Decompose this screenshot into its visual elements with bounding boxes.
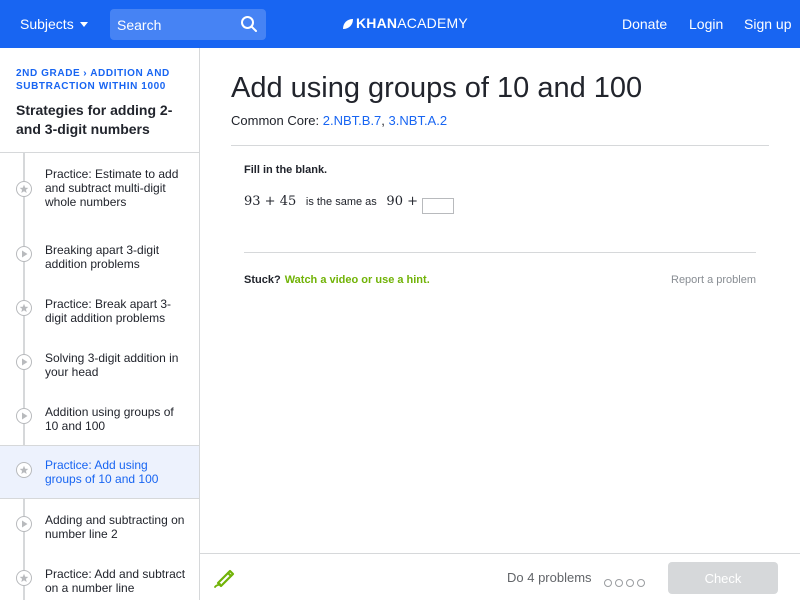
sidebar-item-break-apart-practice[interactable]: Practice: Break apart 3-digit addition p… — [0, 283, 199, 337]
progress-dots — [604, 574, 648, 592]
stuck-help: Stuck? Watch a video or use a hint. — [244, 274, 430, 286]
logo-academy-text: ACADEMY — [397, 15, 468, 31]
page-title: Add using groups of 10 and 100 — [231, 72, 643, 104]
sidebar-item-groups-practice-active[interactable]: Practice: Add using groups of 10 and 100 — [0, 445, 199, 499]
logo-khan-text: KHAN — [356, 15, 398, 31]
sidebar-item-number-line-video[interactable]: Adding and subtracting on number line 2 — [0, 499, 199, 553]
play-icon — [16, 246, 32, 262]
sidebar-item-breaking-apart-video[interactable]: Breaking apart 3-digit addition problems — [0, 229, 199, 283]
sidebar-item-label: Practice: Add and subtract on a number l… — [45, 567, 186, 595]
search-input[interactable] — [117, 9, 235, 40]
star-icon — [16, 570, 32, 586]
search-box — [110, 9, 266, 40]
breadcrumb: 2nd grade › Addition and subtraction withi… — [16, 67, 194, 93]
question-divider — [244, 252, 756, 253]
sidebar-item-label: Practice: Estimate to add and subtract m… — [45, 167, 179, 209]
sidebar-item-label: Practice: Break apart 3-digit addition p… — [45, 297, 172, 325]
progress-dot — [637, 579, 645, 587]
exercise-footer: Do 4 problems Check — [200, 553, 800, 600]
signup-link[interactable]: Sign up — [744, 16, 791, 32]
subjects-menu-button[interactable]: Subjects — [20, 16, 88, 32]
standards-separator: , — [381, 113, 385, 128]
chevron-down-icon — [79, 22, 88, 27]
question-prompt: Fill in the blank. — [244, 164, 328, 176]
stuck-label: Stuck? — [244, 274, 281, 286]
sidebar-item-label: Addition using groups of 10 and 100 — [45, 405, 174, 433]
sidebar-item-label: Practice: Add using groups of 10 and 100 — [45, 458, 159, 486]
sidebar-item-estimate-practice[interactable]: Practice: Estimate to add and subtract m… — [0, 153, 199, 229]
star-icon — [16, 462, 32, 478]
content-divider — [231, 145, 769, 146]
standard-link-3nbta2[interactable]: 3.NBT.A.2 — [389, 113, 448, 128]
progress-dot — [615, 579, 623, 587]
equation-right: 90 + — [386, 194, 418, 209]
progress-dot — [626, 579, 634, 587]
sidebar-item-label: Breaking apart 3-digit addition problems — [45, 243, 160, 271]
exercise-panel: Add using groups of 10 and 100 Common Co… — [200, 48, 800, 553]
common-core-label: Common Core: — [231, 113, 320, 128]
sidebar-item-in-your-head-video[interactable]: Solving 3-digit addition in your head — [0, 337, 199, 391]
sidebar-item-label: Solving 3-digit addition in your head — [45, 351, 179, 379]
check-button[interactable]: Check — [668, 562, 778, 594]
play-icon — [16, 516, 32, 532]
report-problem-link[interactable]: Report a problem — [671, 274, 756, 286]
lesson-list: Practice: Estimate to add and subtract m… — [0, 153, 199, 600]
topic-title[interactable]: Strategies for adding 2- and 3-digit num… — [16, 101, 191, 139]
answer-input[interactable] — [421, 198, 454, 214]
hint-link[interactable]: Watch a video or use a hint. — [285, 274, 430, 286]
equation-left: 93 + 45 — [244, 194, 297, 209]
khan-academy-logo[interactable]: KHANACADEMY — [342, 15, 468, 33]
sidebar-item-label: Adding and subtracting on number line 2 — [45, 513, 185, 541]
chevron-right-icon: › — [83, 68, 88, 79]
equation-middle-text: is the same as — [305, 196, 377, 208]
common-core-standards: Common Core: 2.NBT.B.7, 3.NBT.A.2 — [231, 113, 447, 128]
search-icon[interactable] — [240, 15, 258, 33]
top-navigation-bar: Subjects KHANACADEMY Donate Login Sign u… — [0, 0, 800, 48]
scratchpad-pencil-icon[interactable] — [213, 568, 235, 588]
login-link[interactable]: Login — [689, 16, 723, 32]
subjects-label: Subjects — [20, 16, 74, 32]
star-icon — [16, 300, 32, 316]
problem-count-text: Do 4 problems — [507, 570, 592, 585]
breadcrumb-grade-link[interactable]: 2nd grade — [16, 68, 80, 79]
play-icon — [16, 408, 32, 424]
question-equation: 93 + 45 is the same as 90 + — [244, 193, 454, 214]
play-icon — [16, 354, 32, 370]
donate-link[interactable]: Donate — [622, 16, 667, 32]
star-icon — [16, 181, 32, 197]
sidebar-item-number-line-practice[interactable]: Practice: Add and subtract on a number l… — [0, 553, 199, 600]
lesson-sidebar: 2nd grade › Addition and subtraction withi… — [0, 48, 200, 600]
standard-link-2nbtb7[interactable]: 2.NBT.B.7 — [323, 113, 382, 128]
sidebar-item-groups-video[interactable]: Addition using groups of 10 and 100 — [0, 391, 199, 445]
leaf-icon — [343, 19, 353, 29]
progress-dot — [604, 579, 612, 587]
